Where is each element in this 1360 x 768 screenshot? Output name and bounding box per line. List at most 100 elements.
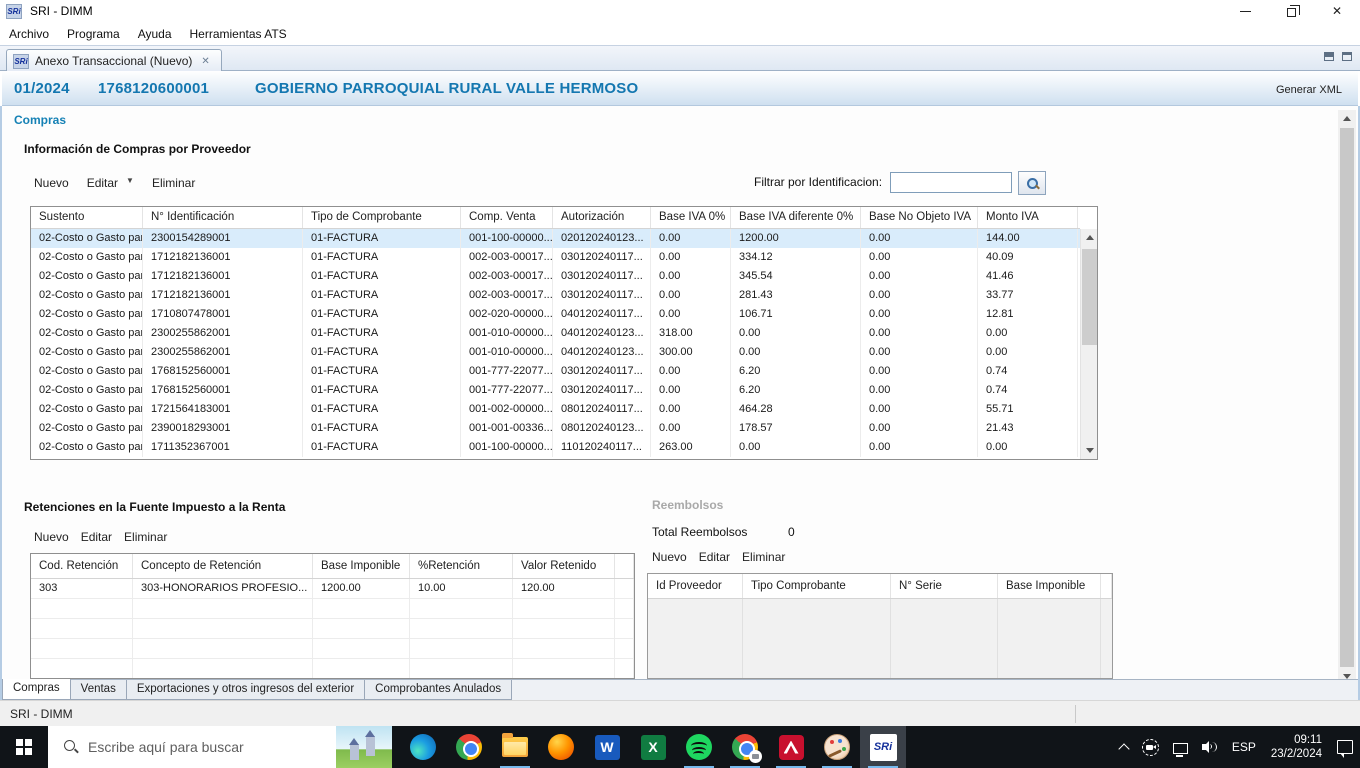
column-header[interactable]: Valor Retenido (513, 554, 615, 578)
minimize-button[interactable] (1222, 0, 1268, 22)
taskbar-acrobat-button[interactable] (768, 726, 814, 768)
column-header[interactable]: N° Identificación (143, 207, 303, 228)
ret-nuevo-button[interactable]: Nuevo (34, 530, 69, 544)
restore-icon (1287, 8, 1296, 17)
view-scrollbar-thumb[interactable] (1340, 128, 1354, 667)
column-header[interactable]: Cod. Retención (31, 554, 133, 578)
column-header[interactable]: Base Imponible (998, 574, 1101, 598)
restore-button[interactable] (1268, 0, 1314, 22)
tray-chevron-up[interactable] (1113, 726, 1135, 768)
editar-dropdown-icon[interactable]: ▼ (126, 176, 134, 190)
view-minimize-icon[interactable] (1324, 52, 1334, 61)
tab-ventas[interactable]: Ventas (71, 680, 127, 700)
taskbar-chrome-app-button[interactable] (722, 726, 768, 768)
column-header[interactable]: Base IVA 0% (651, 207, 731, 228)
tray-clock[interactable]: 09:11 23/2/2024 (1263, 726, 1330, 768)
tray-network[interactable] (1166, 726, 1195, 768)
tray-action-center[interactable] (1330, 726, 1360, 768)
taskbar-sri-dimm-button[interactable]: SRi (860, 726, 906, 768)
column-header[interactable]: Id Proveedor (648, 574, 743, 598)
taskbar-word-button[interactable]: W (584, 726, 630, 768)
table-row[interactable]: 02-Costo o Gasto para d...17121821360010… (31, 267, 1080, 286)
view-scrollbar[interactable] (1338, 110, 1356, 685)
close-button[interactable]: ✕ (1314, 0, 1360, 22)
tray-meet-now[interactable] (1135, 726, 1166, 768)
table-cell (513, 659, 615, 678)
taskbar-spotify-button[interactable] (676, 726, 722, 768)
window-title: SRI - DIMM (30, 4, 93, 18)
column-header[interactable]: Autorización (553, 207, 651, 228)
ret-editar-button[interactable]: Editar (81, 530, 112, 544)
tab-close-icon[interactable]: ✕ (198, 55, 212, 68)
table-row[interactable]: 02-Costo o Gasto para d...17121821360010… (31, 248, 1080, 267)
table-row[interactable]: 02-Costo o Gasto para d...23001542890010… (31, 229, 1080, 248)
column-header[interactable]: Comp. Venta (461, 207, 553, 228)
table-row[interactable]: 02-Costo o Gasto para d...23002558620010… (31, 324, 1080, 343)
taskbar-search[interactable] (48, 726, 392, 768)
filter-search-button[interactable] (1018, 171, 1046, 195)
generar-xml-button[interactable]: Generar XML (1276, 84, 1342, 96)
table-row[interactable]: 303303-HONORARIOS PROFESIO...1200.0010.0… (31, 579, 634, 599)
table-cell: 263.00 (651, 438, 731, 457)
tab-anexo-transaccional[interactable]: SRi Anexo Transaccional (Nuevo) ✕ (6, 49, 222, 72)
ret-eliminar-button[interactable]: Eliminar (124, 530, 167, 544)
reem-nuevo-button[interactable]: Nuevo (652, 550, 687, 564)
scroll-up-icon[interactable] (1081, 229, 1098, 246)
menu-ayuda[interactable]: Ayuda (129, 24, 181, 44)
table-cell (615, 579, 634, 598)
column-header[interactable]: Monto IVA (978, 207, 1078, 228)
tab-exportaciones[interactable]: Exportaciones y otros ingresos del exter… (127, 680, 365, 700)
scroll-down-icon[interactable] (1081, 442, 1098, 459)
column-header[interactable]: Base IVA diferente 0% (731, 207, 861, 228)
nuevo-button[interactable]: Nuevo (34, 176, 69, 190)
start-button[interactable] (0, 726, 48, 768)
table-cell: 6.20 (731, 381, 861, 400)
column-header[interactable]: Tipo Comprobante (743, 574, 891, 598)
compras-table-scrollbar[interactable] (1080, 229, 1097, 459)
table-row[interactable]: 02-Costo o Gasto para d...17121821360010… (31, 286, 1080, 305)
table-cell: 01-FACTURA (303, 438, 461, 457)
tab-comprobantes-anulados[interactable]: Comprobantes Anulados (365, 680, 512, 700)
menu-archivo[interactable]: Archivo (0, 24, 58, 44)
scrollbar-thumb[interactable] (1082, 249, 1097, 345)
table-cell: 02-Costo o Gasto para d... (31, 438, 143, 457)
column-header[interactable]: Base No Objeto IVA (861, 207, 978, 228)
table-cell: 001-777-22077... (461, 362, 553, 381)
tray-language[interactable]: ESP (1225, 726, 1263, 768)
sri-icon: SRi (870, 734, 897, 761)
word-icon: W (595, 735, 620, 760)
table-row[interactable]: 02-Costo o Gasto para d...17113523670010… (31, 438, 1080, 457)
filter-input[interactable] (890, 172, 1012, 193)
column-header[interactable]: Base Imponible (313, 554, 410, 578)
editar-button[interactable]: Editar (87, 176, 118, 190)
table-row[interactable]: 02-Costo o Gasto para d...17108074780010… (31, 305, 1080, 324)
column-header[interactable]: Concepto de Retención (133, 554, 313, 578)
total-reembolsos-label: Total Reembolsos (652, 525, 747, 539)
reem-eliminar-button[interactable]: Eliminar (742, 550, 785, 564)
taskbar-search-input[interactable] (88, 739, 298, 755)
column-header[interactable]: N° Serie (891, 574, 998, 598)
taskbar-excel-button[interactable]: X (630, 726, 676, 768)
table-cell: 0.00 (651, 400, 731, 419)
menu-herramientas-ats[interactable]: Herramientas ATS (181, 24, 296, 44)
taskbar-chrome-button[interactable] (446, 726, 492, 768)
table-row[interactable]: 02-Costo o Gasto para d...23002558620010… (31, 343, 1080, 362)
taskbar-file-explorer-button[interactable] (492, 726, 538, 768)
table-row[interactable]: 02-Costo o Gasto para d...17681525600010… (31, 362, 1080, 381)
taskbar-edge-button[interactable] (400, 726, 446, 768)
column-header[interactable]: Tipo de Comprobante (303, 207, 461, 228)
menu-programa[interactable]: Programa (58, 24, 129, 44)
column-header[interactable]: %Retención (410, 554, 513, 578)
eliminar-button[interactable]: Eliminar (152, 176, 195, 190)
taskbar-paint-button[interactable] (814, 726, 860, 768)
tray-volume[interactable] (1195, 726, 1225, 768)
table-row[interactable]: 02-Costo o Gasto para d...17681525600010… (31, 381, 1080, 400)
table-row[interactable]: 02-Costo o Gasto para d...17215641830010… (31, 400, 1080, 419)
tab-compras[interactable]: Compras (2, 679, 71, 700)
taskbar-firefox-button[interactable] (538, 726, 584, 768)
table-row[interactable]: 02-Costo o Gasto para d...23900182930010… (31, 419, 1080, 438)
view-maximize-icon[interactable] (1342, 52, 1352, 61)
reem-editar-button[interactable]: Editar (699, 550, 730, 564)
view-scroll-up-icon[interactable] (1338, 110, 1356, 127)
column-header[interactable]: Sustento (31, 207, 143, 228)
